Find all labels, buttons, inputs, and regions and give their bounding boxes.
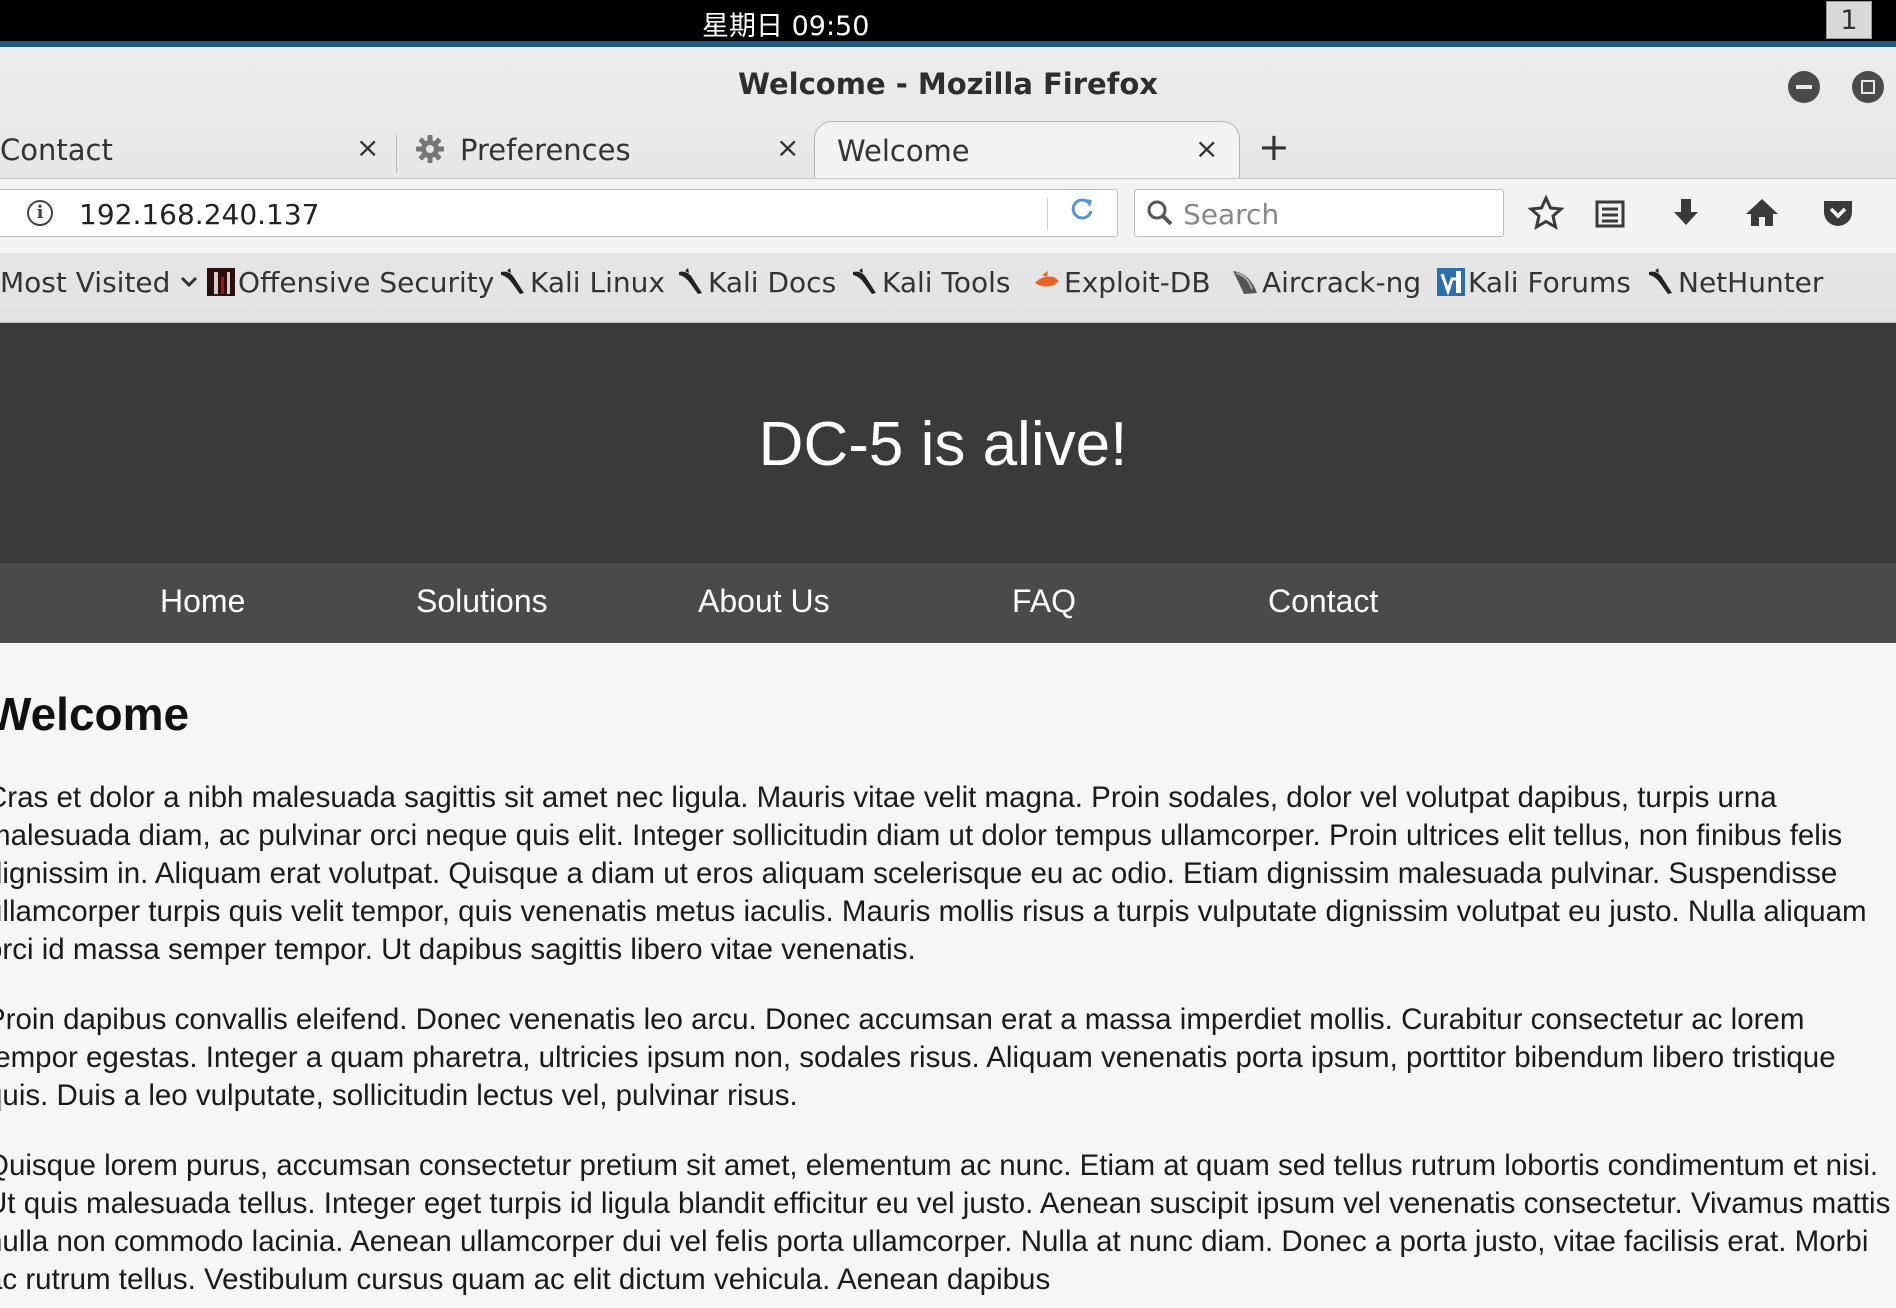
url-bar[interactable]: i 192.168.240.137 xyxy=(0,189,1118,237)
bookmarks-toolbar: Most Visited Offensive Security Kali Lin… xyxy=(0,252,1896,322)
site-nav: Home Solutions About Us FAQ Contact xyxy=(0,563,1896,643)
tab-label: Preferences xyxy=(460,133,631,167)
bookmark-offensive-security[interactable]: Offensive Security xyxy=(206,266,494,299)
bookmark-label: NetHunter xyxy=(1678,266,1824,299)
system-top-bar: 星期日 09:50 1 xyxy=(0,0,1896,47)
tab-preferences[interactable]: Preferences × xyxy=(404,121,804,177)
paragraph: Quisque lorem purus, accumsan consectetu… xyxy=(0,1149,1891,1296)
bookmark-label: Most Visited xyxy=(0,266,171,299)
bookmark-kali-docs[interactable]: Kali Docs xyxy=(676,266,836,299)
workspace-indicator[interactable]: 1 xyxy=(1826,1,1872,39)
bookmark-nethunter[interactable]: NetHunter xyxy=(1646,266,1823,299)
bookmark-kali-linux[interactable]: Kali Linux xyxy=(498,266,665,299)
search-input[interactable]: Search xyxy=(1183,198,1279,231)
kali-dragon-icon xyxy=(853,268,876,294)
kali-dragon-icon xyxy=(1649,268,1672,294)
tab-separator xyxy=(396,135,397,173)
tab-label: Contact xyxy=(0,133,113,167)
chevron-down-icon xyxy=(181,276,198,288)
url-text[interactable]: 192.168.240.137 xyxy=(79,198,319,231)
gear-icon xyxy=(414,133,446,168)
bookmark-aircrack-ng[interactable]: Aircrack-ng xyxy=(1230,266,1421,299)
nav-solutions[interactable]: Solutions xyxy=(416,583,548,620)
aircrack-icon xyxy=(1233,271,1257,294)
tab-close-button[interactable]: × xyxy=(1195,132,1218,165)
bookmark-most-visited[interactable]: Most Visited xyxy=(0,266,199,299)
home-icon[interactable] xyxy=(1742,193,1782,233)
bookmarks-menu-icon[interactable] xyxy=(1590,193,1630,233)
nav-faq[interactable]: FAQ xyxy=(1012,583,1076,620)
bookmark-kali-forums[interactable]: Kali Forums xyxy=(1436,266,1631,299)
tab-close-button[interactable]: × xyxy=(776,131,799,164)
tab-welcome[interactable]: Welcome × xyxy=(814,121,1240,178)
reload-icon[interactable] xyxy=(1067,194,1097,232)
tab-close-button[interactable]: × xyxy=(356,131,379,164)
pocket-icon[interactable] xyxy=(1818,193,1858,233)
bookmark-label: Aircrack-ng xyxy=(1262,266,1422,299)
bookmark-label: Exploit-DB xyxy=(1064,266,1211,299)
tab-contact[interactable]: Contact × xyxy=(0,121,390,177)
paragraph: Proin dapibus convallis eleifend. Donec … xyxy=(0,1003,1836,1112)
maximize-button[interactable] xyxy=(1852,71,1884,103)
kali-forums-icon xyxy=(1437,268,1465,296)
paragraph: Cras et dolor a nibh malesuada sagittis … xyxy=(0,781,1867,966)
tab-label: Welcome xyxy=(837,134,970,168)
window-title: Welcome - Mozilla Firefox xyxy=(738,67,1158,101)
url-divider xyxy=(1047,198,1048,230)
system-clock[interactable]: 星期日 09:50 xyxy=(702,4,869,43)
navigation-toolbar: i 192.168.240.137 Search xyxy=(0,178,1896,253)
kali-dragon-icon xyxy=(679,268,702,294)
browser-chrome: Welcome - Mozilla Firefox Contact × Pref… xyxy=(0,47,1896,323)
bookmark-label: Offensive Security xyxy=(238,266,495,299)
bookmark-label: Kali Docs xyxy=(708,266,837,299)
new-tab-button[interactable]: + xyxy=(1258,125,1290,169)
bookmark-label: Kali Tools xyxy=(882,266,1011,299)
site-title: DC-5 is alive! xyxy=(758,410,1128,479)
exploitdb-icon xyxy=(1035,271,1059,287)
minimize-button[interactable] xyxy=(1788,71,1820,103)
nav-about-us[interactable]: About Us xyxy=(698,583,830,620)
site-header: DC-5 is alive! xyxy=(0,323,1896,563)
main-content: Welcome Cras et dolor a nibh malesuada s… xyxy=(0,643,1896,1308)
downloads-icon[interactable] xyxy=(1666,193,1706,233)
bookmark-star-icon[interactable] xyxy=(1526,193,1566,233)
bookmark-kali-tools[interactable]: Kali Tools xyxy=(850,266,1010,299)
page-heading: Welcome xyxy=(0,688,190,740)
search-icon xyxy=(1145,198,1175,228)
info-icon[interactable]: i xyxy=(27,200,53,226)
bookmark-exploit-db[interactable]: Exploit-DB xyxy=(1032,266,1211,299)
nav-contact[interactable]: Contact xyxy=(1268,583,1378,620)
search-bar[interactable]: Search xyxy=(1134,189,1504,237)
offsec-icon xyxy=(207,268,235,296)
kali-dragon-icon xyxy=(501,268,524,294)
bookmark-label: Kali Linux xyxy=(530,266,665,299)
bookmark-label: Kali Forums xyxy=(1468,266,1631,299)
nav-home[interactable]: Home xyxy=(160,583,245,620)
